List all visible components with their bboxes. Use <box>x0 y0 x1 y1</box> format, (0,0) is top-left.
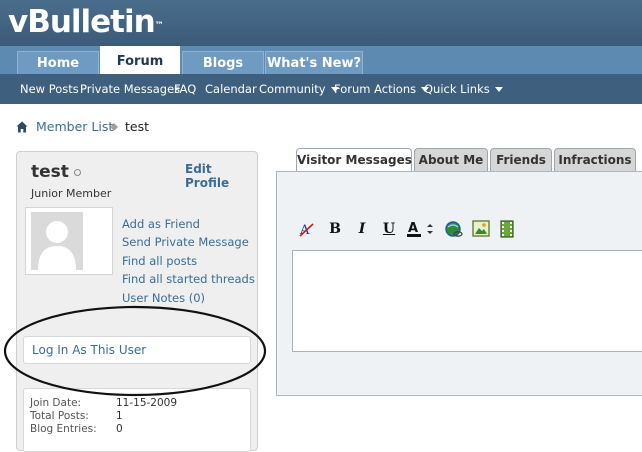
blog-entries-label: Blog Entries: <box>30 423 97 435</box>
remove-format-icon[interactable]: A <box>297 218 317 240</box>
total-posts-label: Total Posts: <box>30 410 89 422</box>
add-friend-link[interactable]: Add as Friend <box>122 217 200 231</box>
tab-visitor-messages[interactable]: Visitor Messages <box>296 148 412 173</box>
tab-about-me[interactable]: About Me <box>414 148 488 172</box>
join-date-value: 11-15-2009 <box>116 397 178 409</box>
breadcrumb-separator-icon <box>110 123 118 131</box>
tab-blogs[interactable]: Blogs <box>182 51 264 74</box>
tab-home[interactable]: Home <box>17 51 99 74</box>
breadcrumb-member-list[interactable]: Member List <box>36 119 113 134</box>
send-pm-link[interactable]: Send Private Message <box>122 235 249 249</box>
sub-navigation: New Posts Private Messages FAQ Calendar … <box>0 74 642 104</box>
svg-text:A: A <box>408 221 418 236</box>
find-posts-link[interactable]: Find all posts <box>122 254 197 268</box>
vbulletin-logo[interactable]: vBulletin™ <box>8 3 164 41</box>
insert-image-icon[interactable] <box>471 218 491 240</box>
tab-friends[interactable]: Friends <box>490 148 552 172</box>
tab-infractions[interactable]: Infractions <box>554 148 636 172</box>
offline-status-icon <box>74 169 81 176</box>
nav-private-messages[interactable]: Private Messages <box>80 74 180 104</box>
stats-panel: Join Date: 11-15-2009 Total Posts: 1 Blo… <box>23 388 251 452</box>
total-posts-value: 1 <box>116 410 123 422</box>
nav-community[interactable]: Community <box>259 74 339 104</box>
nav-quick-links[interactable]: Quick Links <box>424 74 503 104</box>
insert-link-icon[interactable] <box>444 218 464 240</box>
login-as-panel: Log In As This User <box>23 336 251 364</box>
underline-icon[interactable]: U <box>379 218 399 240</box>
main-tab-bar: Home Forum Blogs What's New? <box>0 46 642 74</box>
site-header: vBulletin™ <box>0 0 642 46</box>
avatar <box>25 207 113 275</box>
tab-forum[interactable]: Forum <box>100 46 180 74</box>
edit-profile-link[interactable]: Edit Profile <box>185 162 257 190</box>
tab-whats-new[interactable]: What's New? <box>265 51 363 74</box>
nav-faq[interactable]: FAQ <box>174 74 196 104</box>
profile-sidebar: test Edit Profile Junior Member Add as F… <box>16 151 258 452</box>
user-title: Junior Member <box>31 187 112 200</box>
insert-video-icon[interactable] <box>497 218 517 240</box>
nav-new-posts[interactable]: New Posts <box>20 74 79 104</box>
login-as-user-link[interactable]: Log In As This User <box>32 343 146 357</box>
find-threads-link[interactable]: Find all started threads <box>122 272 255 286</box>
nav-forum-actions[interactable]: Forum Actions <box>334 74 430 104</box>
home-icon[interactable] <box>16 121 28 133</box>
trademark-mark: ™ <box>154 21 164 31</box>
profile-username: test <box>31 162 69 182</box>
user-notes-link[interactable]: User Notes (0) <box>122 291 205 305</box>
blog-entries-value: 0 <box>116 423 123 435</box>
join-date-label: Join Date: <box>30 397 82 409</box>
italic-icon[interactable]: I <box>352 218 372 240</box>
message-editor[interactable] <box>292 250 642 352</box>
font-color-icon[interactable]: A <box>405 218 437 240</box>
chevron-down-icon <box>494 87 503 92</box>
breadcrumb-current: test <box>125 119 150 134</box>
default-avatar-icon <box>31 212 83 270</box>
bold-icon[interactable]: B <box>325 218 345 240</box>
nav-calendar[interactable]: Calendar <box>205 74 257 104</box>
